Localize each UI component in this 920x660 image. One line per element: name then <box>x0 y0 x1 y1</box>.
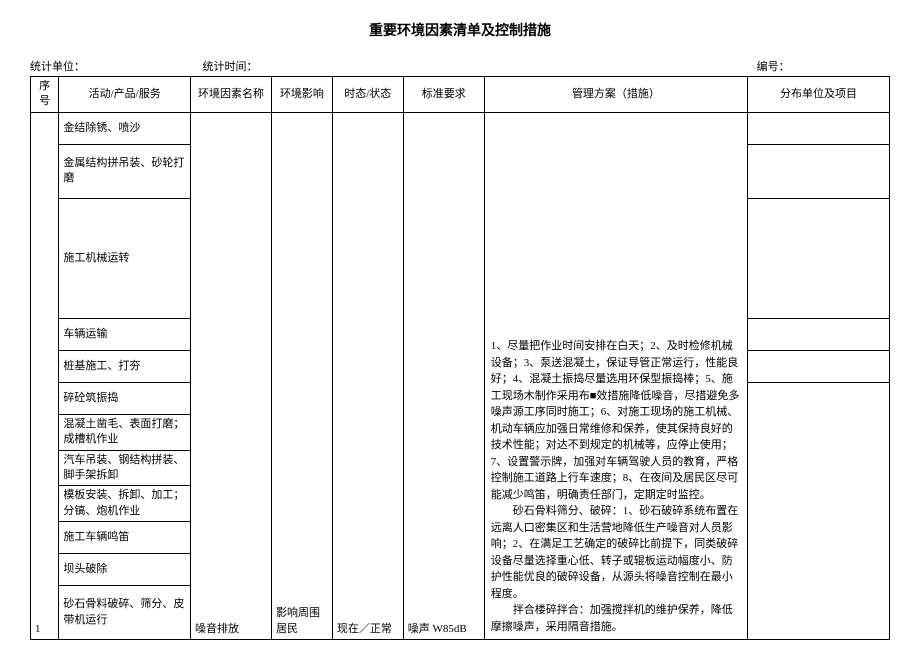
cell-impact: 影响周围居民 <box>272 112 333 639</box>
cell-activity: 模板安装、拆卸、加工；分镐、炮机作业 <box>59 486 191 522</box>
cell-dist <box>748 382 890 639</box>
cell-dist <box>748 198 890 318</box>
page-title: 重要环境因素清单及控制措施 <box>30 20 890 40</box>
cell-seq: 1 <box>31 112 59 639</box>
cell-factor: 噪音排放 <box>191 112 272 639</box>
th-xuhao: 序号 <box>31 77 59 113</box>
plan-p1: 1、尽量把作业时间安排在白天；2、及时检修机械设备；3、泵送混凝土，保证导管正常… <box>491 340 740 501</box>
cell-dist <box>748 144 890 198</box>
cell-dist <box>748 318 890 350</box>
meta-time: 统计时间： <box>163 58 296 74</box>
cell-activity: 坝头破除 <box>59 554 191 586</box>
header-row: 序号 活动/产品/服务 环境因素名称 环境影响 时态/状态 标准要求 管理方案（… <box>31 77 890 113</box>
cell-standard: 噪声 W85dB <box>403 112 484 639</box>
cell-activity: 车辆运输 <box>59 318 191 350</box>
cell-activity: 金属结构拼吊装、砂轮打磨 <box>59 144 191 198</box>
th-impact: 环境影响 <box>272 77 333 113</box>
meta-unit: 统计单位： <box>30 58 163 74</box>
th-plan: 管理方案（措施） <box>484 77 747 113</box>
cell-plan: 1、尽量把作业时间安排在白天；2、及时检修机械设备；3、泵送混凝土，保证导管正常… <box>484 112 747 639</box>
main-table: 序号 活动/产品/服务 环境因素名称 环境影响 时态/状态 标准要求 管理方案（… <box>30 76 890 640</box>
th-standard: 标准要求 <box>403 77 484 113</box>
cell-state: 现在／正常 <box>332 112 403 639</box>
cell-activity: 混凝土凿毛、表面打磨；成槽机作业 <box>59 414 191 450</box>
cell-dist <box>748 112 890 144</box>
cell-activity: 汽车吊装、钢结构拼装、脚手架拆卸 <box>59 450 191 486</box>
th-state: 时态/状态 <box>332 77 403 113</box>
plan-p3: 拌合楼碎拌合：加强搅拌机的维护保养，降低摩擦噪声，采用隔音措施。 <box>491 602 741 635</box>
cell-dist <box>748 350 890 382</box>
cell-activity: 金结除锈、喷沙 <box>59 112 191 144</box>
table-row: 1 金结除锈、喷沙 噪音排放 影响周围居民 现在／正常 噪声 W85dB 1、尽… <box>31 112 890 144</box>
th-factor: 环境因素名称 <box>191 77 272 113</box>
th-activity: 活动/产品/服务 <box>59 77 191 113</box>
cell-activity: 砂石骨料破碎、筛分、皮带机运行 <box>59 586 191 640</box>
cell-activity: 施工车辆鸣笛 <box>59 522 191 554</box>
cell-activity: 施工机械运转 <box>59 198 191 318</box>
plan-p2: 砂石骨料筛分、破碎：1、砂石破碎系统布置在远离人口密集区和生活营地降低生产噪音对… <box>491 503 741 602</box>
meta-row: 统计单位： 统计时间： 编号： <box>30 58 890 74</box>
th-dist: 分布单位及项目 <box>748 77 890 113</box>
cell-activity: 碎砼筑振捣 <box>59 382 191 414</box>
meta-code: 编号： <box>297 58 890 74</box>
cell-activity: 桩基施工、打夯 <box>59 350 191 382</box>
